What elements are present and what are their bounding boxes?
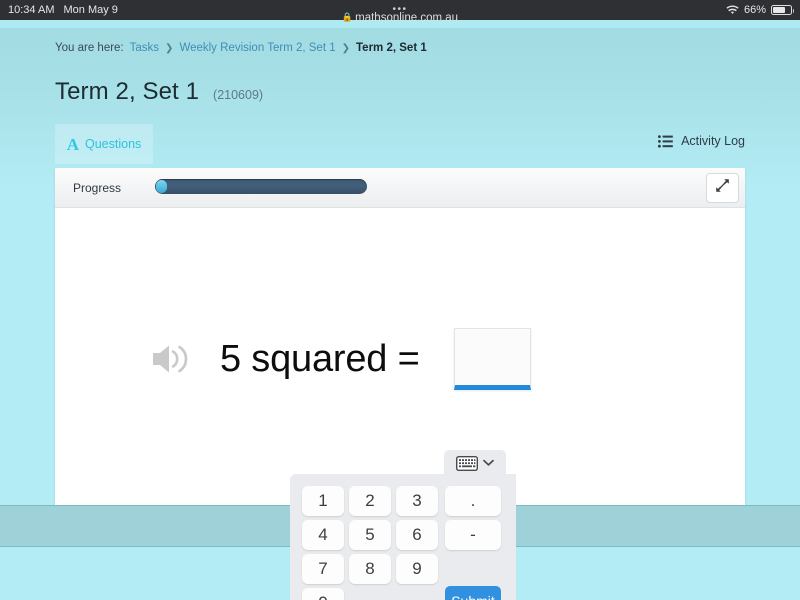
breadcrumb-current: Term 2, Set 1: [356, 42, 427, 54]
safari-address-bar[interactable]: 🔒 mathsonline.com.au: [0, 12, 800, 24]
card-header: Progress: [55, 168, 745, 208]
expand-arrows-icon: [715, 178, 730, 198]
progress-label: Progress: [73, 180, 122, 195]
activity-log-label: Activity Log: [681, 134, 745, 148]
progress-bar-fill: [156, 180, 167, 193]
speaker-icon[interactable]: [150, 341, 192, 377]
keypad-key-4[interactable]: 4: [302, 520, 344, 550]
breadcrumb-separator: ❯: [165, 42, 174, 54]
progress-bar[interactable]: [155, 179, 367, 194]
breadcrumb-lead: You are here:: [55, 42, 124, 54]
tab-questions-label: Questions: [85, 137, 142, 151]
keypad-key-3[interactable]: 3: [396, 486, 438, 516]
keypad-key-6[interactable]: 6: [396, 520, 438, 550]
breadcrumb: You are here: Tasks ❯ Weekly Revision Te…: [55, 42, 427, 54]
breadcrumb-separator: ❯: [341, 42, 350, 54]
breadcrumb-link-weekly-revision[interactable]: Weekly Revision Term 2, Set 1: [179, 42, 335, 54]
web-page: You are here: Tasks ❯ Weekly Revision Te…: [0, 28, 800, 600]
keypad-key-5[interactable]: 5: [349, 520, 391, 550]
list-icon: [658, 134, 673, 148]
numeric-keypad: 1 2 3 4 5 6 7 8 9 0 . - Submit: [290, 474, 516, 600]
keypad-key-9[interactable]: 9: [396, 554, 438, 584]
page-title-row: Term 2, Set 1 (210609): [55, 78, 263, 106]
tab-questions[interactable]: A Questions: [55, 124, 153, 164]
lock-icon: 🔒: [341, 12, 354, 22]
keypad-key-1[interactable]: 1: [302, 486, 344, 516]
question-row: 5 squared =: [150, 328, 531, 390]
expand-fullscreen-button[interactable]: [706, 173, 739, 203]
url-text: mathsonline.com.au: [355, 12, 459, 24]
keypad-key-decimal[interactable]: .: [445, 486, 501, 516]
keypad-key-minus[interactable]: -: [445, 520, 501, 550]
keypad-key-8[interactable]: 8: [349, 554, 391, 584]
keypad-key-2[interactable]: 2: [349, 486, 391, 516]
questions-letter-icon: A: [66, 134, 79, 154]
tab-row: A Questions Activity Log: [55, 124, 745, 164]
answer-input[interactable]: [453, 328, 531, 390]
submit-button[interactable]: Submit: [445, 586, 501, 600]
keyboard-toggle-button[interactable]: [444, 450, 506, 476]
keyboard-icon: [456, 455, 478, 471]
chevron-down-icon: [483, 459, 494, 467]
keypad-key-7[interactable]: 7: [302, 554, 344, 584]
page-title: Term 2, Set 1: [55, 78, 200, 105]
breadcrumb-link-tasks[interactable]: Tasks: [130, 42, 159, 54]
activity-log-button[interactable]: Activity Log: [658, 134, 745, 148]
question-text: 5 squared =: [220, 337, 420, 380]
keypad-key-0[interactable]: 0: [302, 588, 344, 600]
page-id: (210609): [213, 88, 264, 102]
